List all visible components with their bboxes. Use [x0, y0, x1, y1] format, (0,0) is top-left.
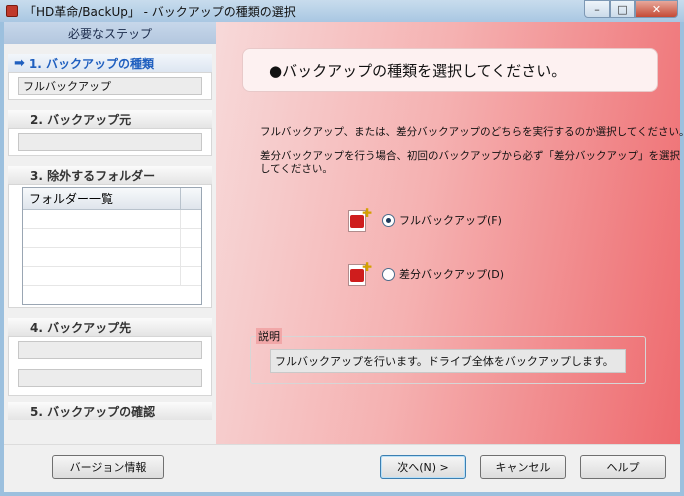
step-label: 5. バックアップの確認: [30, 404, 156, 419]
radio-differential-backup[interactable]: [382, 267, 395, 281]
radio-full-backup[interactable]: [382, 213, 395, 227]
step-backup-type[interactable]: ➡ 1. バックアップの種類: [8, 54, 212, 72]
differential-backup-icon: ✚: [346, 260, 372, 288]
step4-value-1: [18, 341, 202, 359]
help-button[interactable]: ヘルプ: [580, 455, 666, 479]
current-step-arrow-icon: ➡: [14, 55, 25, 71]
step-label: 3. 除外するフォルダー: [30, 168, 156, 183]
step-label: 2. バックアップ元: [30, 112, 132, 127]
maximize-button[interactable]: □: [610, 0, 635, 18]
page-title: ●バックアップの種類を選択してください。: [242, 48, 658, 92]
title-bar: 「HD革命/BackUp」 - バックアップの種類の選択 – □ ✕: [0, 0, 684, 22]
minimize-button[interactable]: –: [584, 0, 610, 18]
cancel-button[interactable]: キャンセル: [480, 455, 566, 479]
step-label: 4. バックアップ先: [30, 320, 132, 335]
window-controls: – □ ✕: [584, 0, 678, 18]
step-backup-destination[interactable]: 4. バックアップ先: [8, 318, 212, 336]
steps-panel: 必要なステップ ➡ 1. バックアップの種類 フルバックアップ 2. バックアッ…: [4, 22, 216, 444]
list-item[interactable]: [23, 248, 201, 267]
step-backup-confirm[interactable]: 5. バックアップの確認: [8, 402, 212, 420]
step1-value: フルバックアップ: [18, 77, 202, 95]
button-bar: バージョン情報 次へ(N) > キャンセル ヘルプ: [4, 444, 680, 492]
option-differential-backup[interactable]: ✚ 差分バックアップ(D): [346, 260, 504, 288]
content-panel: ●バックアップの種類を選択してください。 フルバックアップ、または、差分バックア…: [216, 22, 684, 444]
step2-value: [18, 133, 202, 151]
description-text: フルバックアップを行います。ドライブ全体をバックアップします。: [270, 349, 626, 373]
option-label: フルバックアップ(F): [399, 214, 502, 227]
step4-value-2: [18, 369, 202, 387]
full-backup-icon: ✚: [346, 206, 372, 234]
close-button[interactable]: ✕: [635, 0, 678, 18]
option-label: 差分バックアップ(D): [399, 268, 505, 281]
instruction-text: フルバックアップ、または、差分バックアップのどちらを実行するのか選択してください…: [260, 126, 684, 138]
folder-list[interactable]: フォルダー一覧: [22, 187, 202, 305]
step-exclude-folders[interactable]: 3. 除外するフォルダー: [8, 166, 212, 184]
steps-header: 必要なステップ: [4, 22, 216, 44]
folder-list-header: フォルダー一覧: [23, 188, 201, 210]
step-label: 1. バックアップの種類: [28, 56, 154, 71]
app-icon: [6, 5, 18, 17]
list-item[interactable]: [23, 229, 201, 248]
window-title: 「HD革命/BackUp」 - バックアップの種類の選択: [24, 4, 296, 19]
step-backup-source[interactable]: 2. バックアップ元: [8, 110, 212, 128]
instruction-text-2b: してください。: [260, 163, 333, 175]
list-item[interactable]: [23, 267, 201, 286]
folder-list-column: フォルダー一覧: [29, 192, 114, 206]
list-item[interactable]: [23, 210, 201, 229]
column-divider: [180, 188, 181, 210]
version-info-button[interactable]: バージョン情報: [52, 455, 164, 479]
description-title: 説明: [256, 328, 282, 344]
option-full-backup[interactable]: ✚ フルバックアップ(F): [346, 206, 502, 234]
wizard-client: 必要なステップ ➡ 1. バックアップの種類 フルバックアップ 2. バックアッ…: [4, 22, 684, 492]
next-button[interactable]: 次へ(N) >: [380, 455, 466, 479]
